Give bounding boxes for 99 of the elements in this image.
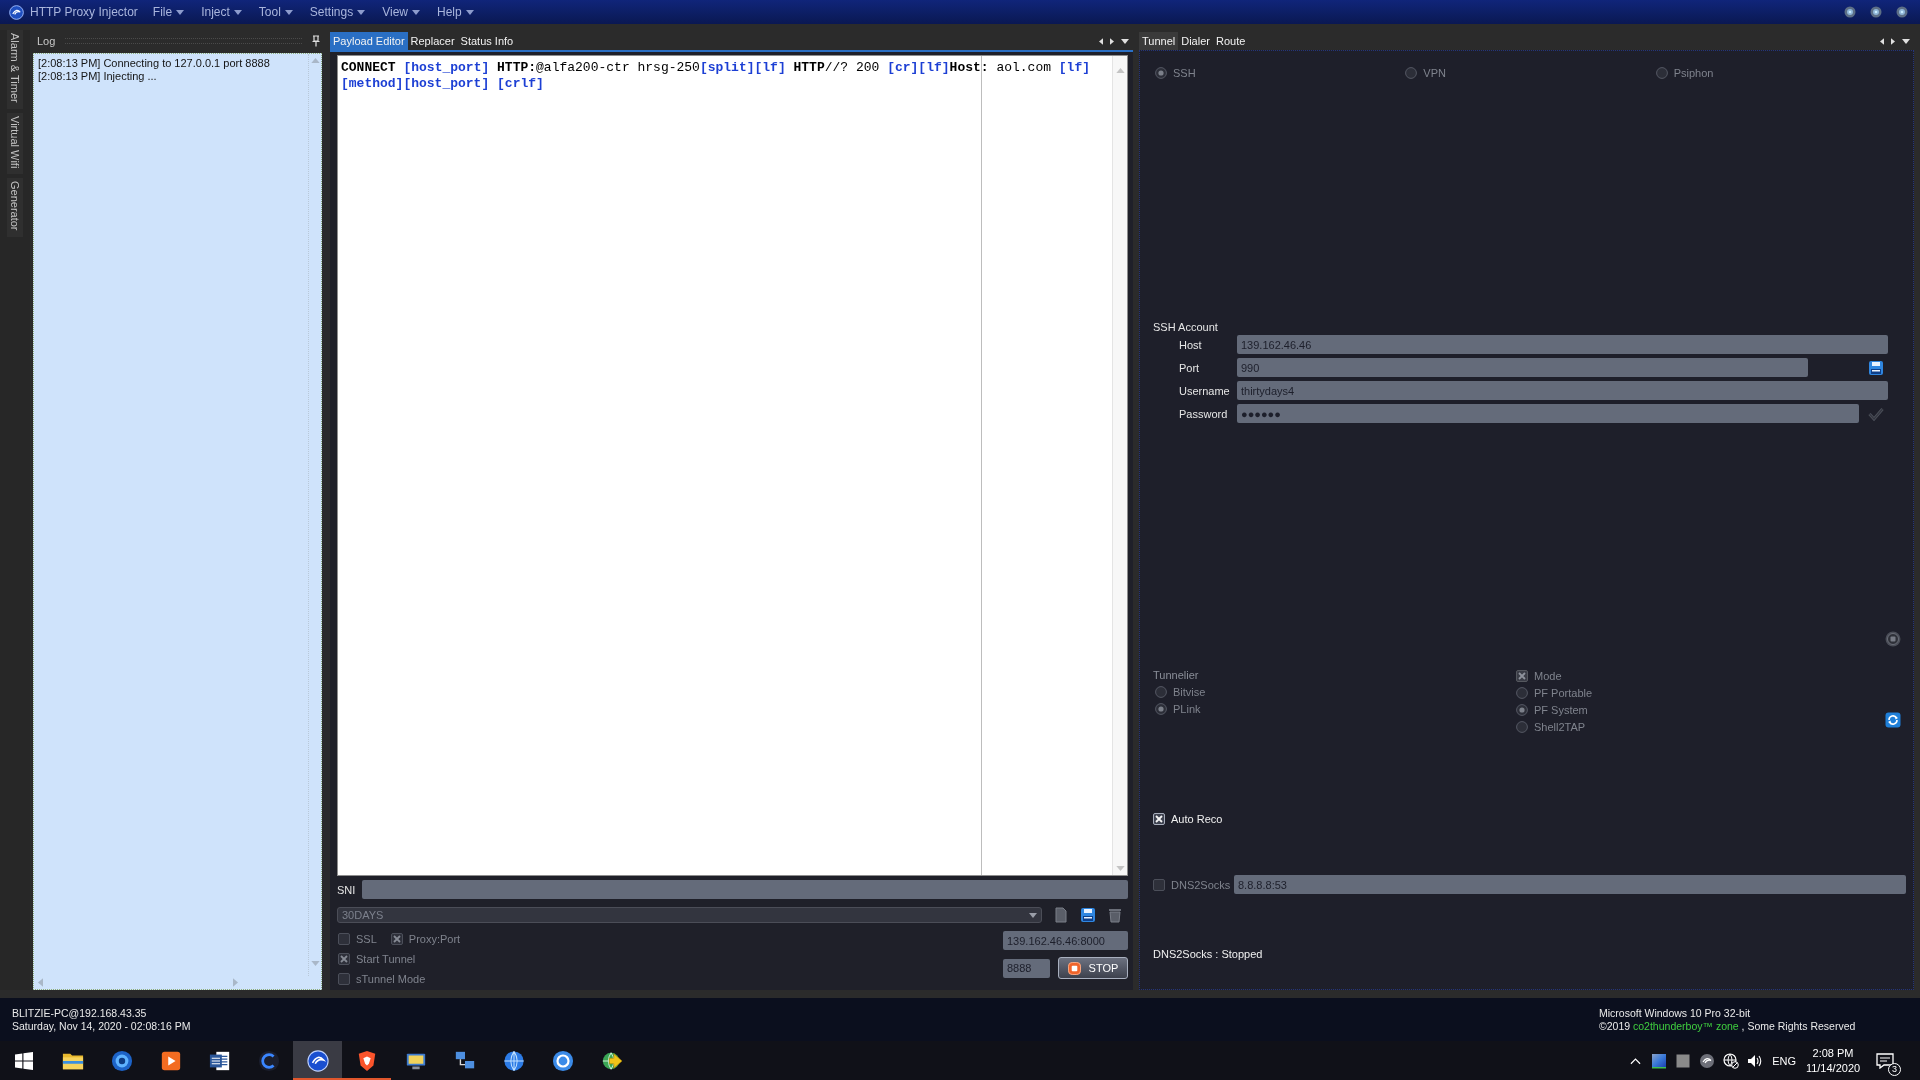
- document-icon: [208, 1049, 231, 1072]
- tab[interactable]: Status Info: [457, 32, 517, 50]
- side-tab[interactable]: Virtual Wifi: [7, 112, 23, 175]
- field-label: Port: [1178, 361, 1201, 374]
- right-arrow-icon[interactable]: [1891, 37, 1895, 45]
- caret-icon: [233, 9, 242, 15]
- close-button[interactable]: [1896, 6, 1908, 18]
- os-text: Microsoft Windows 10 Pro 32-bit: [1599, 1006, 1752, 1020]
- checkbox[interactable]: [1153, 813, 1165, 825]
- taskbar-button[interactable]: [293, 1041, 342, 1080]
- panel-title: Log: [37, 35, 56, 47]
- tile-icon[interactable]: [1651, 1052, 1668, 1069]
- field-label: Username: [1178, 384, 1231, 397]
- host-text: BLITZIE-PC@192.168.43.35: [12, 1006, 148, 1020]
- sni-label: SNI: [337, 883, 357, 896]
- radio-label: Shell2TAP: [1534, 721, 1586, 733]
- tab[interactable]: Replacer: [407, 32, 458, 50]
- section-title: SSH Account: [1153, 321, 1219, 334]
- radio-label: Bitvise: [1173, 686, 1206, 698]
- caret-icon: [357, 9, 366, 15]
- pin-icon[interactable]: [312, 35, 320, 47]
- side-tab[interactable]: Alarm & Timer: [7, 30, 23, 109]
- radio-label: Psiphon: [1673, 67, 1714, 79]
- tab[interactable]: Payload Editor: [330, 32, 408, 50]
- app-logo-icon: [9, 4, 24, 20]
- checkbox-label: SSL: [356, 933, 377, 945]
- menu-item[interactable]: Tool: [258, 2, 293, 22]
- refresh-icon[interactable]: [1885, 712, 1901, 728]
- app-logo-icon[interactable]: [1699, 1052, 1716, 1069]
- checkbox-label: Start Tunnel: [356, 953, 416, 965]
- author-link[interactable]: co2thunderboy™ zone: [1633, 1019, 1739, 1032]
- caret-icon: [412, 9, 420, 15]
- save-icon[interactable]: [1080, 907, 1096, 923]
- checkbox-label: Mode: [1534, 670, 1562, 682]
- left-arrow-icon[interactable]: [1880, 37, 1884, 45]
- right-arrow-icon[interactable]: [1110, 37, 1114, 45]
- check-icon[interactable]: [1868, 405, 1884, 422]
- copyright-text: ©2019 co2thunderboy™ zone , Some Rights Reserved: [1599, 1019, 1857, 1033]
- trash-icon[interactable]: [1107, 907, 1123, 923]
- window-title: HTTP Proxy Injector: [30, 5, 138, 19]
- log-line: [2:08:13 PM] Connecting to 127.0.0.1 port 8888: [38, 57, 271, 70]
- caret-icon: [1029, 912, 1037, 918]
- field-label: Password: [1178, 407, 1229, 420]
- ring-icon: [551, 1049, 574, 1072]
- tab[interactable]: Dialer: [1178, 32, 1213, 50]
- checkbox-label: DNS2Socks: [1171, 878, 1231, 891]
- app-logo-icon: [306, 1049, 329, 1072]
- caret-icon: [176, 9, 185, 15]
- page-icon[interactable]: [1053, 907, 1069, 923]
- stop-button[interactable]: STOP: [1058, 957, 1128, 979]
- menu-item[interactable]: Settings: [309, 2, 366, 22]
- start-icon: [15, 1051, 33, 1070]
- caret-icon: [465, 9, 474, 15]
- clock-time[interactable]: 2:08 PM: [1812, 1045, 1854, 1061]
- side-tab[interactable]: Generator: [7, 178, 23, 237]
- stop-icon: [1067, 961, 1081, 975]
- globe-icon: [502, 1049, 525, 1072]
- chevron-up-icon[interactable]: [1630, 1056, 1642, 1065]
- minimize-button[interactable]: [1844, 6, 1856, 18]
- maximize-button[interactable]: [1870, 6, 1882, 18]
- caret-icon: [284, 9, 293, 15]
- notification-icon[interactable]: [1876, 1052, 1894, 1069]
- radio-label: PF Portable: [1534, 687, 1593, 699]
- play-icon: [159, 1049, 182, 1072]
- menu-item[interactable]: Help: [437, 2, 474, 22]
- globe-arrow-icon: [600, 1049, 623, 1072]
- dropdown-arrow-icon[interactable]: [1902, 38, 1910, 44]
- radio-label: VPN: [1423, 67, 1446, 79]
- payload-editor[interactable]: CONNECT [host_port] HTTP:@alfa200-ctr hrsg-250[split][lf] HTTP//? 200 [cr][lf]Host: aol.com [lf] [method][host_port] [crlf]: [337, 55, 1128, 876]
- menu-item[interactable]: View: [382, 2, 420, 22]
- datetime-text: Saturday, Nov 14, 2020 - 02:08:16 PM: [12, 1019, 191, 1033]
- clock-date[interactable]: 11/14/2020: [1805, 1060, 1861, 1076]
- sni-field[interactable]: [362, 880, 1128, 899]
- menu-item[interactable]: File: [152, 2, 185, 22]
- field-label: Host: [1178, 338, 1203, 351]
- square-icon[interactable]: [1675, 1052, 1692, 1069]
- record-button-icon[interactable]: [1885, 631, 1901, 647]
- orb-icon: [110, 1049, 133, 1072]
- globe-icon[interactable]: [1723, 1052, 1740, 1069]
- log-line: [2:08:13 PM] Injecting ...: [38, 70, 158, 83]
- code-line: CONNECT [host_port] HTTP:@alfa200-ctr hrsg-250[split][lf] HTTP//? 200 [cr][lf]Host: aol.com [lf]: [341, 60, 1092, 76]
- tab[interactable]: Tunnel: [1139, 32, 1179, 50]
- save-icon[interactable]: [1868, 359, 1884, 376]
- tab[interactable]: Route: [1212, 32, 1249, 50]
- checkbox-label: Proxy:Port: [408, 933, 461, 945]
- notification-count: 3: [1888, 1062, 1901, 1076]
- code-line: [method][host_port] [crlf]: [341, 76, 545, 92]
- language-indicator[interactable]: ENG: [1772, 1054, 1796, 1067]
- menu-item[interactable]: Inject: [201, 2, 242, 22]
- radio-label: PLink: [1173, 703, 1201, 715]
- checkbox-label: sTunnel Mode: [356, 973, 426, 985]
- radio-label: PF System: [1534, 704, 1588, 716]
- checkbox-label: Auto Reco: [1171, 813, 1223, 825]
- ring-icon: [257, 1049, 280, 1072]
- dropdown-arrow-icon[interactable]: [1121, 38, 1129, 44]
- status-text: DNS2Socks : Stopped: [1153, 948, 1264, 960]
- left-arrow-icon[interactable]: [1099, 37, 1103, 45]
- group-title: Tunnelier: [1153, 669, 1200, 682]
- radio-label: SSH: [1173, 67, 1196, 79]
